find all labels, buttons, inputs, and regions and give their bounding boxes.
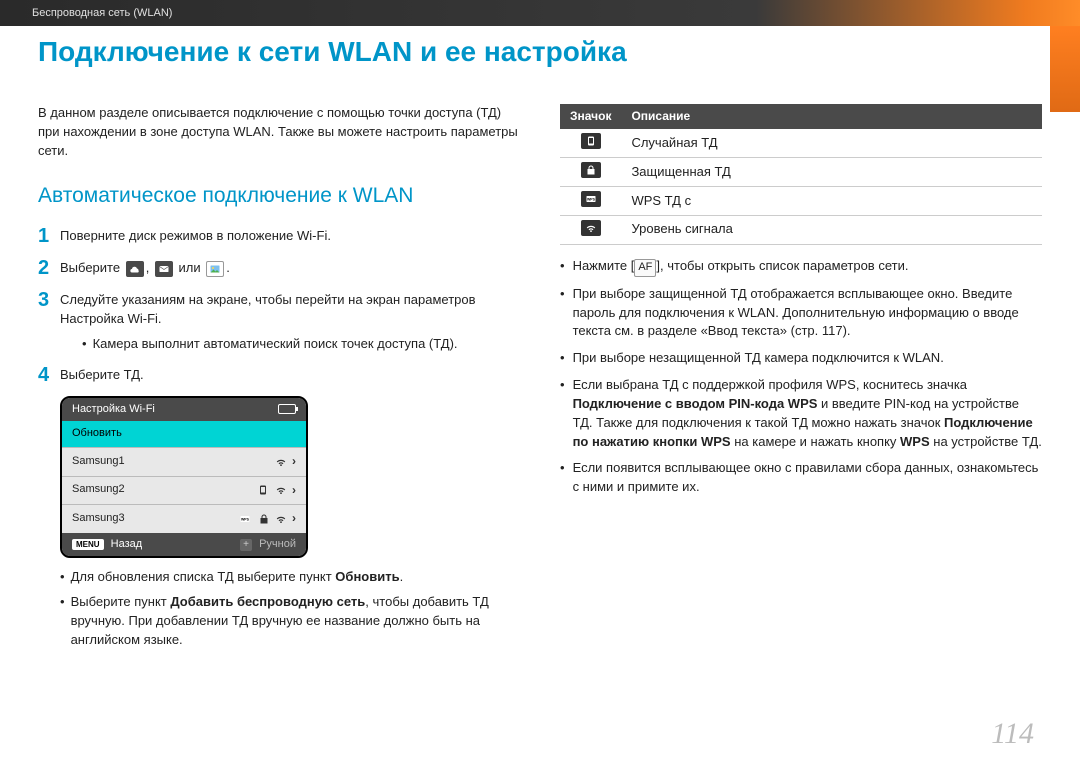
wifi-row-item[interactable]: Samsung1 › bbox=[62, 447, 306, 475]
icon-table: Значок Описание Случайная ТД Защищенная … bbox=[560, 104, 1042, 245]
mail-icon bbox=[155, 261, 173, 277]
left-column: В данном разделе описывается подключение… bbox=[38, 104, 520, 650]
wifi-row-item[interactable]: Samsung3 › bbox=[62, 504, 306, 532]
step-4: 4 Выберите ТД. bbox=[38, 364, 520, 386]
chevron-right-icon: › bbox=[292, 482, 296, 499]
row-icons: › bbox=[274, 453, 296, 470]
step-number: 1 bbox=[38, 225, 60, 247]
after-bullet-1: Для обновления списка ТД выберите пункт … bbox=[38, 568, 520, 587]
right-bullet-1: Нажмите [AF], чтобы открыть список парам… bbox=[560, 257, 1042, 277]
columns: В данном разделе описывается подключение… bbox=[38, 104, 1042, 650]
af-key: AF bbox=[634, 259, 656, 277]
wifi-widget: Настройка Wi-Fi Обновить Samsung1 › Sams… bbox=[60, 396, 308, 559]
wifi-row-item[interactable]: Samsung2 › bbox=[62, 476, 306, 504]
chevron-right-icon: › bbox=[292, 510, 296, 527]
page-body: Подключение к сети WLAN и ее настройка В… bbox=[0, 26, 1080, 765]
wifi-row-refresh[interactable]: Обновить bbox=[62, 421, 306, 447]
page-title: Подключение к сети WLAN и ее настройка bbox=[38, 36, 1042, 68]
step-text: Следуйте указаниям на экране, чтобы пере… bbox=[60, 289, 520, 354]
adhoc-ap-icon bbox=[581, 133, 601, 149]
right-column: Значок Описание Случайная ТД Защищенная … bbox=[560, 104, 1042, 650]
battery-icon bbox=[278, 404, 296, 414]
photo-icon bbox=[206, 261, 224, 277]
row-icons: › bbox=[236, 510, 296, 527]
menu-tag: MENU bbox=[72, 539, 104, 550]
table-row: Защищенная ТД bbox=[560, 158, 1042, 187]
plus-icon: + bbox=[240, 539, 252, 551]
right-bullet-4: Если выбрана ТД с поддержкой профиля WPS… bbox=[560, 376, 1042, 451]
right-bullet-2: При выборе защищенной ТД отображается вс… bbox=[560, 285, 1042, 342]
step-3: 3 Следуйте указаниям на экране, чтобы пе… bbox=[38, 289, 520, 354]
step-2: 2 Выберите , или . bbox=[38, 257, 520, 279]
subheading: Автоматическое подключение к WLAN bbox=[38, 181, 520, 211]
th-icon: Значок bbox=[560, 104, 621, 129]
intro-text: В данном разделе описывается подключение… bbox=[38, 104, 520, 161]
wifi-widget-footer: MENU Назад + Ручной bbox=[62, 533, 306, 557]
step-text: Выберите , или . bbox=[60, 257, 520, 279]
table-row: Случайная ТД bbox=[560, 129, 1042, 157]
wps-icon bbox=[581, 191, 601, 207]
top-bar: Беспроводная сеть (WLAN) bbox=[0, 0, 1080, 26]
right-bullet-3: При выборе незащищенной ТД камера подклю… bbox=[560, 349, 1042, 368]
wifi-widget-header: Настройка Wi-Fi bbox=[62, 398, 306, 422]
wifi-widget-title: Настройка Wi-Fi bbox=[72, 402, 155, 418]
lock-icon bbox=[581, 162, 601, 178]
th-desc: Описание bbox=[621, 104, 1042, 129]
footer-back[interactable]: MENU Назад bbox=[72, 537, 142, 553]
wifi-label: Wi-Fi bbox=[297, 228, 327, 243]
step-text: Поверните диск режимов в положение Wi-Fi… bbox=[60, 225, 520, 247]
step-1: 1 Поверните диск режимов в положение Wi-… bbox=[38, 225, 520, 247]
footer-manual[interactable]: + Ручной bbox=[240, 537, 296, 553]
wifi-signal-icon bbox=[581, 220, 601, 236]
step-3-sub: Камера выполнит автоматический поиск точ… bbox=[60, 335, 520, 354]
step-number: 3 bbox=[38, 289, 60, 354]
after-bullet-2: Выберите пункт Добавить беспроводную сет… bbox=[38, 593, 520, 650]
step-number: 4 bbox=[38, 364, 60, 386]
table-row: WPS ТД с bbox=[560, 187, 1042, 216]
right-bullet-5: Если появится всплывающее окно с правила… bbox=[560, 459, 1042, 497]
chevron-right-icon: › bbox=[292, 453, 296, 470]
step-text: Выберите ТД. bbox=[60, 364, 520, 386]
cloud-icon bbox=[126, 261, 144, 277]
breadcrumb: Беспроводная сеть (WLAN) bbox=[32, 7, 172, 19]
page-number: 114 bbox=[991, 717, 1034, 751]
step-number: 2 bbox=[38, 257, 60, 279]
table-row: Уровень сигнала bbox=[560, 215, 1042, 244]
row-icons: › bbox=[256, 482, 296, 499]
